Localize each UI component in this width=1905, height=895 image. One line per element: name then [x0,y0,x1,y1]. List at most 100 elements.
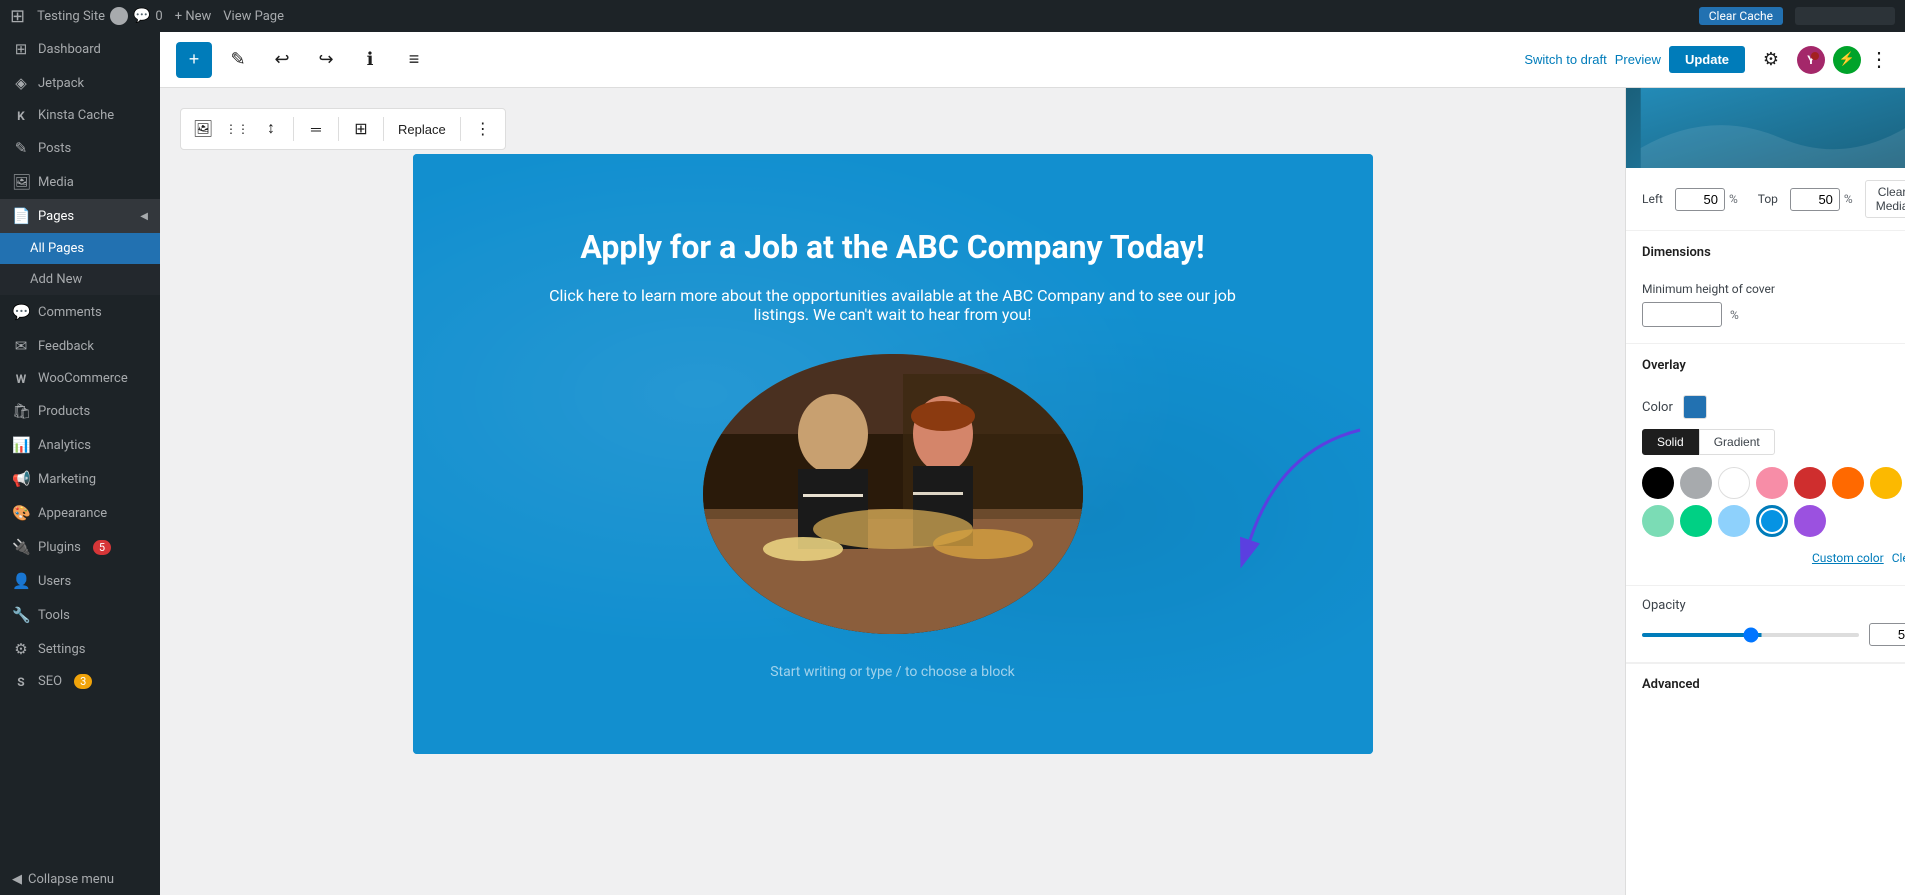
color-red[interactable] [1794,467,1826,499]
sidebar-item-all-pages[interactable]: All Pages [0,233,160,264]
cover-subtitle[interactable]: Click here to learn more about the oppor… [543,286,1243,324]
min-height-input[interactable] [1642,302,1722,327]
advanced-title: Advanced [1642,677,1700,692]
more-options-button[interactable]: ⋮ [1869,47,1889,72]
color-pink[interactable] [1756,467,1788,499]
color-lightblue[interactable] [1718,505,1750,537]
redo-button[interactable]: ↪ [308,42,344,78]
sidebar-item-marketing[interactable]: 📢 Marketing [0,462,160,496]
sidebar-item-pages[interactable]: 📄 Pages ◀ [0,199,160,233]
sidebar-item-tools[interactable]: 🔧 Tools [0,598,160,632]
editor-with-panel: 🖼 ⋮⋮ ↕ ═ ⊞ Replace ⋮ [160,88,1905,895]
dimensions-title: Dimensions [1642,245,1711,260]
info-button[interactable]: ℹ [352,42,388,78]
tools-icon: 🔧 [12,606,30,624]
solid-button[interactable]: Solid [1642,429,1699,455]
settings-gear-button[interactable]: ⚙ [1753,42,1789,78]
toolbar-separator-3 [383,117,384,141]
top-position-input[interactable]: 50 [1790,188,1840,211]
preview-button[interactable]: Preview [1615,52,1661,67]
sidebar-item-feedback[interactable]: ✉ Feedback [0,329,160,363]
clear-cache-button[interactable]: Clear Cache [1699,7,1783,25]
switch-to-draft-button[interactable]: Switch to draft [1524,52,1606,67]
sidebar-item-comments[interactable]: 💬 Comments [0,295,160,329]
comments-icon: 💬 [12,303,30,321]
list-view-button[interactable]: ≡ [396,42,432,78]
opacity-label: Opacity [1642,598,1905,613]
top-input-group: 50 % [1790,188,1853,211]
new-button[interactable]: + New [175,9,212,24]
sidebar-item-add-new[interactable]: Add New [0,264,160,295]
color-lightgreen[interactable] [1642,505,1674,537]
color-blue[interactable] [1756,505,1788,537]
sidebar-item-settings[interactable]: ⚙ Settings [0,632,160,666]
update-button[interactable]: Update [1669,46,1745,73]
color-purple[interactable] [1794,505,1826,537]
clear-media-button[interactable]: Clear Media [1865,180,1905,218]
block-content-position-button[interactable]: ⊞ [345,113,377,145]
color-orange[interactable] [1832,467,1864,499]
color-gray[interactable] [1680,467,1712,499]
left-position-input[interactable]: 50 [1675,188,1725,211]
performance-button[interactable]: ⚡ [1833,46,1861,74]
left-label: Left [1642,192,1663,206]
sidebar-item-seo[interactable]: S SEO 3 [0,666,160,697]
color-green[interactable] [1680,505,1712,537]
custom-color-link[interactable]: Custom color [1812,551,1884,565]
block-align-button[interactable]: ═ [300,113,332,145]
opacity-input[interactable]: 50 [1869,623,1905,646]
advanced-section: Advanced ∨ [1626,663,1905,704]
cover-chef-image [703,354,1083,634]
block-toolbar: 🖼 ⋮⋮ ↕ ═ ⊞ Replace ⋮ [180,108,506,150]
add-block-button[interactable]: + [176,42,212,78]
topbar-search[interactable] [1795,7,1895,25]
updates-badge[interactable]: 9 [110,7,128,25]
sidebar-item-kinsta-cache[interactable]: K Kinsta Cache [0,100,160,131]
color-black[interactable] [1642,467,1674,499]
sidebar-item-users[interactable]: 👤 Users [0,564,160,598]
edit-button[interactable]: ✎ [220,42,256,78]
site-name[interactable]: Testing Site 9 💬 0 [37,7,163,25]
sidebar: ⊞ Dashboard ◈ Jetpack K Kinsta Cache ✎ P… [0,32,160,895]
replace-button[interactable]: Replace [390,113,454,145]
panel-image-preview [1626,88,1905,168]
sidebar-item-woocommerce[interactable]: W WooCommerce [0,363,160,394]
editor-area: + ✎ ↩ ↪ ℹ ≡ Switch to draft Preview Upda… [160,32,1905,895]
sidebar-item-analytics[interactable]: 📊 Analytics [0,428,160,462]
block-image-type-button[interactable]: 🖼 [187,113,219,145]
plugins-badge: 5 [93,540,111,555]
color-yellow[interactable] [1870,467,1902,499]
sidebar-item-jetpack[interactable]: ◈ Jetpack [0,66,160,100]
sidebar-item-media[interactable]: 🖼 Media [0,165,160,199]
cover-placeholder[interactable]: Start writing or type / to choose a bloc… [543,664,1243,680]
gradient-button[interactable]: Gradient [1699,429,1775,455]
sidebar-item-appearance[interactable]: 🎨 Appearance [0,496,160,530]
advanced-header[interactable]: Advanced ∨ [1626,664,1905,704]
cover-title[interactable]: Apply for a Job at the ABC Company Today… [543,228,1243,266]
view-page-link[interactable]: View Page [223,9,284,24]
overlay-header[interactable]: Overlay ∧ [1626,344,1905,387]
collapse-icon: ◀ [12,872,22,887]
block-move-button[interactable]: ↕ [255,113,287,145]
sidebar-item-products[interactable]: 🛍 Products [0,394,160,428]
block-drag-button[interactable]: ⋮⋮ [221,113,253,145]
undo-button[interactable]: ↩ [264,42,300,78]
clear-color-link[interactable]: Clear [1892,551,1905,565]
opacity-slider[interactable] [1642,633,1859,637]
collapse-menu-button[interactable]: ◀ Collapse menu [0,864,160,895]
kinsta-icon: K [12,109,30,123]
sidebar-item-posts[interactable]: ✎ Posts [0,131,160,165]
sidebar-item-dashboard[interactable]: ⊞ Dashboard [0,32,160,66]
top-unit: % [1844,192,1853,206]
block-more-options-button[interactable]: ⋮ [467,113,499,145]
dimensions-header[interactable]: Dimensions ∧ [1626,231,1905,274]
analytics-icon: 📊 [12,436,30,454]
yoast-button[interactable]: Y [1797,46,1825,74]
editor-toolbar: + ✎ ↩ ↪ ℹ ≡ Switch to draft Preview Upda… [160,32,1905,88]
current-color-swatch[interactable] [1683,395,1707,419]
dimensions-section: Dimensions ∧ Minimum height of cover % [1626,231,1905,344]
sidebar-item-plugins[interactable]: 🔌 Plugins 5 [0,530,160,564]
cover-block[interactable]: Apply for a Job at the ABC Company Today… [413,154,1373,754]
editor-canvas[interactable]: 🖼 ⋮⋮ ↕ ═ ⊞ Replace ⋮ [160,88,1625,895]
color-white[interactable] [1718,467,1750,499]
